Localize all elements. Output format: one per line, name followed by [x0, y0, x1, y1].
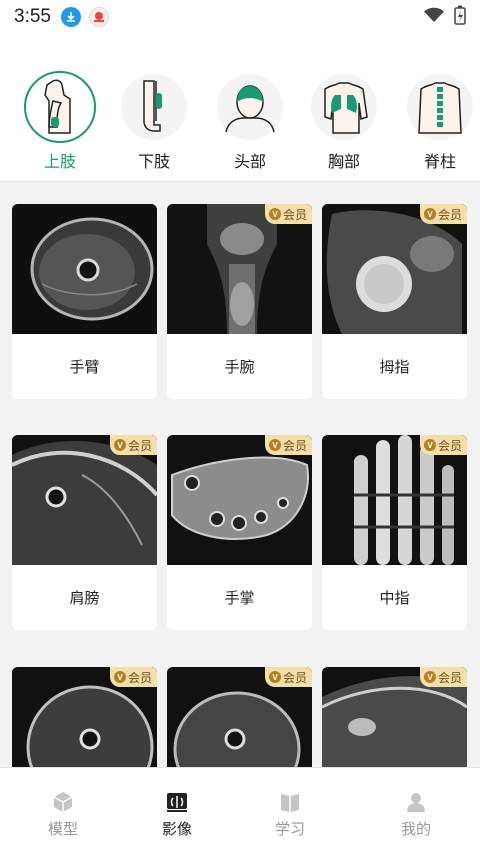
image-grid: 手臂 V 会员 手腕 V 会员 拇指 V 会员 肩膀 V 会员 手掌 V 会员 … [12, 204, 468, 767]
card-title: 手腕 [224, 359, 255, 376]
tab-label: 学习 [274, 821, 305, 838]
status-time: 3:55 [14, 6, 51, 27]
vip-badge: V 会员 [109, 435, 157, 455]
cube-icon [51, 790, 75, 814]
head-icon [217, 74, 283, 140]
vip-icon: V [423, 671, 436, 683]
book-icon [278, 790, 302, 814]
vip-icon: V [268, 208, 281, 220]
category-spine[interactable]: 脊柱 [400, 74, 480, 172]
image-card[interactable]: V 会员 手掌 [167, 435, 312, 630]
card-title: 中指 [379, 590, 410, 607]
category-upper-limb[interactable]: 上肢 [20, 71, 100, 172]
battery-icon [454, 5, 466, 30]
image-card[interactable]: 手臂 [12, 204, 157, 399]
vip-badge: V 会员 [264, 435, 312, 455]
vip-icon: V [423, 439, 436, 451]
image-card[interactable]: V 会员 [12, 667, 157, 767]
category-label: 头部 [233, 154, 266, 171]
vip-badge: V 会员 [419, 667, 467, 687]
category-label: 下肢 [137, 154, 170, 171]
tab-learn[interactable]: 学习 [250, 790, 330, 839]
vip-icon: V [113, 671, 126, 683]
image-card[interactable]: V 会员 肩膀 [12, 435, 157, 630]
vip-icon: V [113, 439, 126, 451]
tab-model[interactable]: 模型 [23, 790, 103, 839]
tab-imaging[interactable]: 影像 [137, 790, 217, 839]
person-icon [404, 790, 428, 814]
spine-icon [407, 74, 473, 140]
chest-icon [311, 74, 377, 140]
category-bar: 上肢 下肢 头部 胸部 脊柱 [0, 34, 480, 182]
lower-limb-icon [121, 74, 187, 140]
vip-badge: V 会员 [419, 435, 467, 455]
image-card[interactable]: V 会员 拇指 [322, 204, 467, 399]
category-chest[interactable]: 胸部 [304, 74, 384, 172]
category-label: 上肢 [43, 154, 76, 171]
vip-icon: V [423, 208, 436, 220]
tab-label: 模型 [47, 821, 78, 838]
xray-icon [165, 790, 189, 814]
vip-badge-label: 会员 [127, 670, 152, 685]
vip-badge: V 会员 [264, 667, 312, 687]
bottom-tab-bar: 模型 影像 学习 我的 [0, 767, 480, 855]
image-card[interactable]: V 会员 中指 [322, 435, 467, 630]
vip-badge-label: 会员 [282, 207, 307, 222]
vip-badge: V 会员 [109, 667, 157, 687]
status-bar: 3:55 [0, 0, 480, 34]
wifi-icon [424, 7, 444, 28]
card-title: 手臂 [69, 359, 100, 376]
vip-badge-label: 会员 [437, 438, 462, 453]
image-card[interactable]: V 会员 [322, 667, 467, 767]
tab-me[interactable]: 我的 [376, 790, 456, 839]
upper-limb-icon [24, 71, 96, 143]
card-title: 手掌 [224, 590, 255, 607]
tab-label: 影像 [161, 821, 192, 838]
image-card[interactable]: V 会员 [167, 667, 312, 767]
vip-badge-label: 会员 [127, 438, 152, 453]
tab-label: 我的 [400, 821, 431, 838]
vip-icon: V [268, 671, 281, 683]
vip-badge-label: 会员 [437, 670, 462, 685]
vip-badge: V 会员 [419, 204, 467, 224]
vip-badge: V 会员 [264, 204, 312, 224]
vip-badge-label: 会员 [437, 207, 462, 222]
category-label: 脊柱 [423, 154, 456, 171]
category-lower-limb[interactable]: 下肢 [114, 74, 194, 172]
image-card[interactable]: V 会员 手腕 [167, 204, 312, 399]
category-label: 胸部 [327, 154, 360, 171]
download-icon [60, 7, 81, 27]
app-notification-icon [88, 7, 109, 27]
mri-thumbnail [12, 204, 157, 334]
vip-icon: V [268, 439, 281, 451]
vip-badge-label: 会员 [282, 670, 307, 685]
vip-badge-label: 会员 [282, 438, 307, 453]
card-title: 拇指 [379, 359, 410, 376]
card-title: 肩膀 [69, 590, 100, 607]
category-head[interactable]: 头部 [210, 74, 290, 172]
